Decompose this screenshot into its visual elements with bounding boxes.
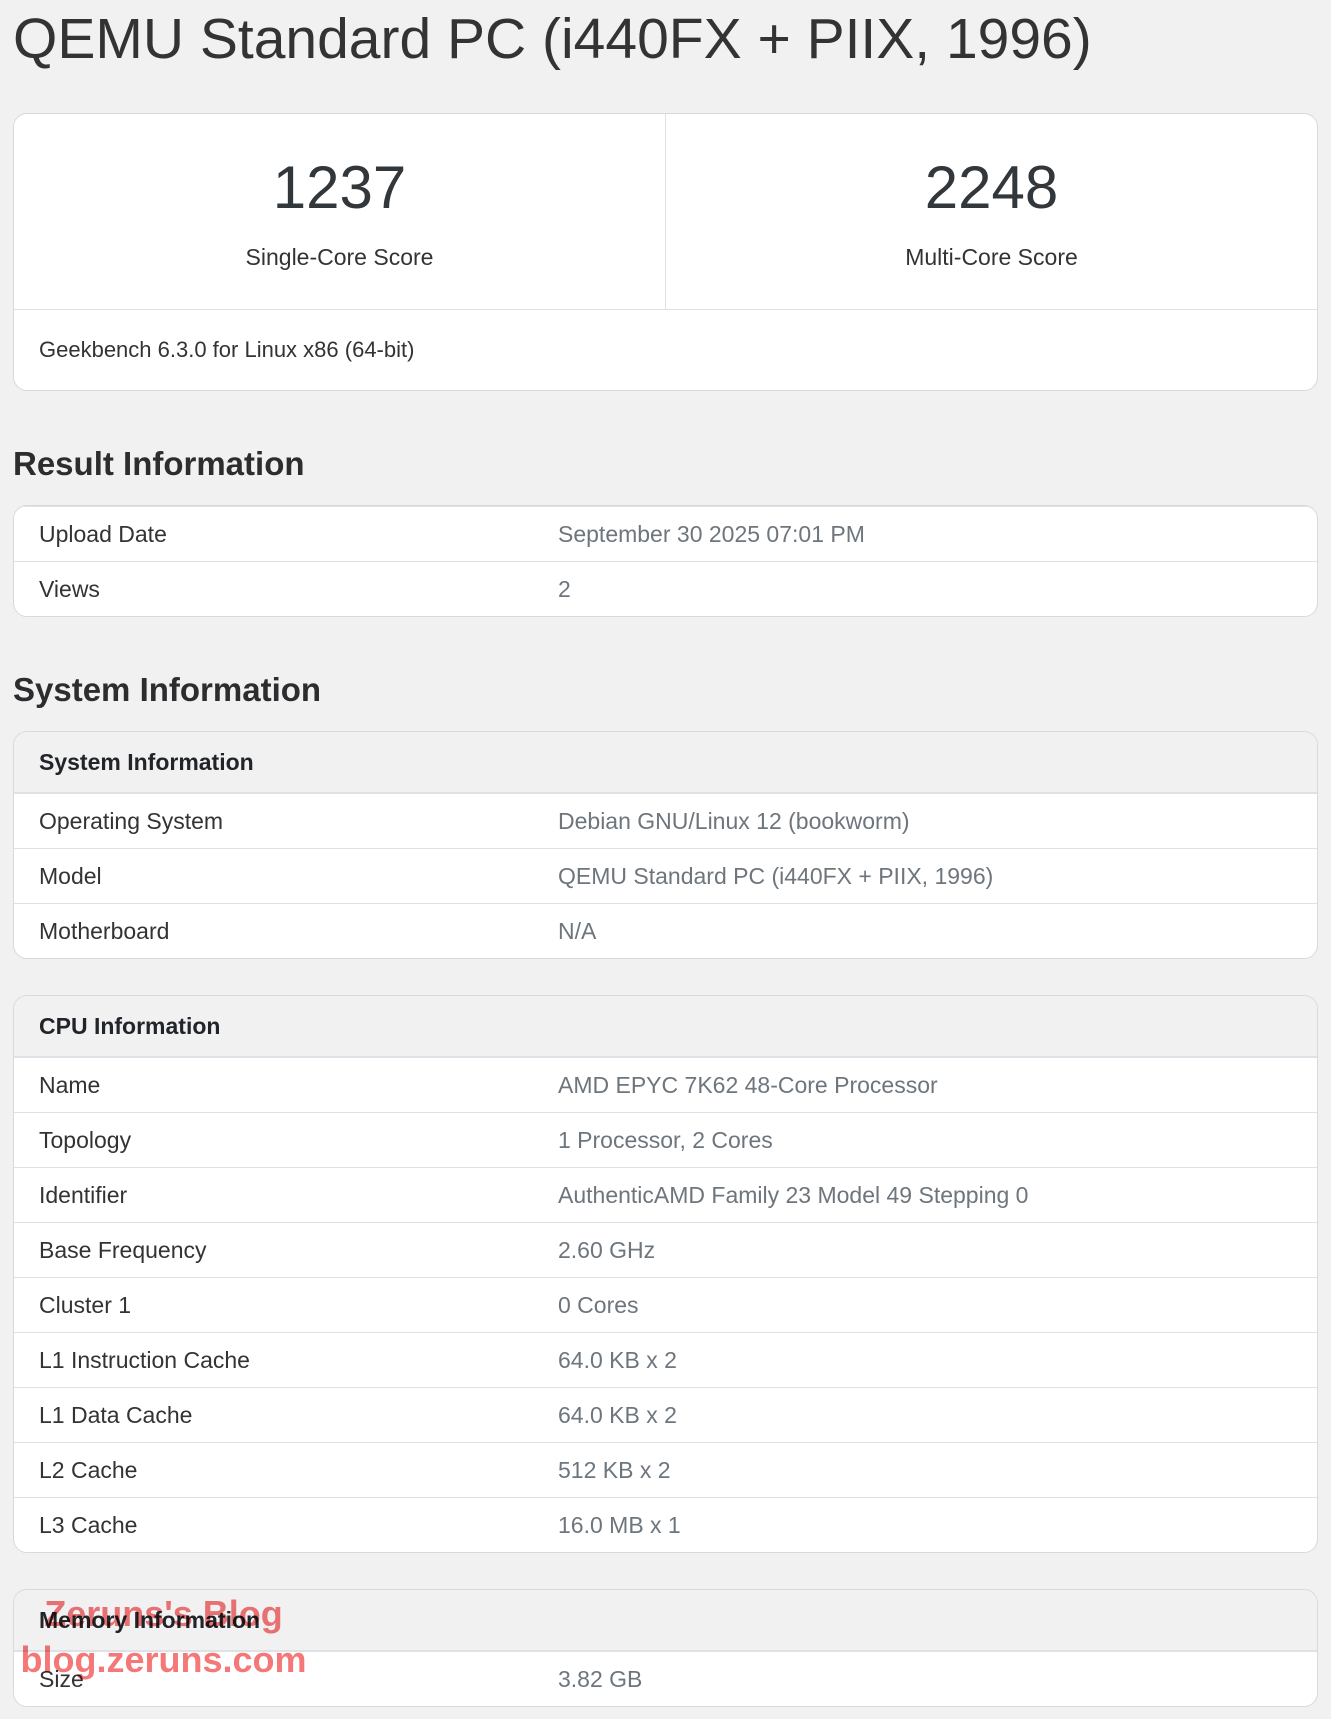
single-core-score-value: 1237 [14, 156, 665, 220]
row-value: 2 [545, 562, 1317, 616]
row-value: N/A [545, 904, 1317, 958]
system-information-rows: Operating System Debian GNU/Linux 12 (bo… [14, 793, 1317, 958]
table-row: L1 Instruction Cache 64.0 KB x 2 [14, 1332, 1317, 1387]
multi-core-score-panel: 2248 Multi-Core Score [665, 114, 1317, 309]
row-label: L3 Cache [14, 1498, 545, 1552]
result-information-card: Upload Date September 30 2025 07:01 PM V… [13, 505, 1318, 617]
table-row: Cluster 1 0 Cores [14, 1277, 1317, 1332]
row-label: Topology [14, 1113, 545, 1167]
table-row: Views 2 [14, 561, 1317, 616]
table-row: Operating System Debian GNU/Linux 12 (bo… [14, 793, 1317, 848]
memory-information-rows: Size 3.82 GB [14, 1651, 1317, 1706]
row-label: Views [14, 562, 545, 616]
system-information-card-header: System Information [14, 732, 1317, 793]
row-value: 1 Processor, 2 Cores [545, 1113, 1317, 1167]
cpu-information-card-header: CPU Information [14, 996, 1317, 1057]
row-label: Name [14, 1058, 545, 1112]
single-core-score-label: Single-Core Score [14, 244, 665, 270]
row-label: Upload Date [14, 507, 545, 561]
row-label: L1 Instruction Cache [14, 1333, 545, 1387]
section-heading-result-information: Result Information [13, 445, 1318, 483]
single-core-score-panel: 1237 Single-Core Score [14, 114, 665, 309]
table-row: L3 Cache 16.0 MB x 1 [14, 1497, 1317, 1552]
row-value: QEMU Standard PC (i440FX + PIIX, 1996) [545, 849, 1317, 903]
table-row: L2 Cache 512 KB x 2 [14, 1442, 1317, 1497]
row-label: Identifier [14, 1168, 545, 1222]
row-value: 512 KB x 2 [545, 1443, 1317, 1497]
row-value: Debian GNU/Linux 12 (bookworm) [545, 794, 1317, 848]
row-value: September 30 2025 07:01 PM [545, 507, 1317, 561]
table-row: Size 3.82 GB [14, 1651, 1317, 1706]
table-row: Base Frequency 2.60 GHz [14, 1222, 1317, 1277]
section-heading-system-information: System Information [13, 671, 1318, 709]
row-value: 64.0 KB x 2 [545, 1333, 1317, 1387]
table-row: Motherboard N/A [14, 903, 1317, 958]
row-label: Operating System [14, 794, 545, 848]
table-row: Topology 1 Processor, 2 Cores [14, 1112, 1317, 1167]
row-value: 16.0 MB x 1 [545, 1498, 1317, 1552]
row-label: Motherboard [14, 904, 545, 958]
memory-information-card-header: Memory Information [14, 1590, 1317, 1651]
row-value: AMD EPYC 7K62 48-Core Processor [545, 1058, 1317, 1112]
score-row: 1237 Single-Core Score 2248 Multi-Core S… [14, 114, 1317, 309]
system-information-card: System Information Operating System Debi… [13, 731, 1318, 959]
row-value: 2.60 GHz [545, 1223, 1317, 1277]
row-label: Cluster 1 [14, 1278, 545, 1332]
row-label: Model [14, 849, 545, 903]
table-row: Identifier AuthenticAMD Family 23 Model … [14, 1167, 1317, 1222]
benchmark-version: Geekbench 6.3.0 for Linux x86 (64-bit) [14, 309, 1317, 390]
table-row: Name AMD EPYC 7K62 48-Core Processor [14, 1057, 1317, 1112]
row-value: 0 Cores [545, 1278, 1317, 1332]
table-row: Upload Date September 30 2025 07:01 PM [14, 506, 1317, 561]
row-label: L1 Data Cache [14, 1388, 545, 1442]
table-row: L1 Data Cache 64.0 KB x 2 [14, 1387, 1317, 1442]
row-value: AuthenticAMD Family 23 Model 49 Stepping… [545, 1168, 1317, 1222]
table-row: Model QEMU Standard PC (i440FX + PIIX, 1… [14, 848, 1317, 903]
cpu-information-card: CPU Information Name AMD EPYC 7K62 48-Co… [13, 995, 1318, 1553]
cpu-information-rows: Name AMD EPYC 7K62 48-Core Processor Top… [14, 1057, 1317, 1552]
row-label: Size [14, 1652, 545, 1706]
row-value: 3.82 GB [545, 1652, 1317, 1706]
multi-core-score-value: 2248 [666, 156, 1317, 220]
row-label: L2 Cache [14, 1443, 545, 1497]
score-summary-card: 1237 Single-Core Score 2248 Multi-Core S… [13, 113, 1318, 391]
multi-core-score-label: Multi-Core Score [666, 244, 1317, 270]
row-value: 64.0 KB x 2 [545, 1388, 1317, 1442]
row-label: Base Frequency [14, 1223, 545, 1277]
memory-information-card: Memory Information Size 3.82 GB [13, 1589, 1318, 1707]
page-container: QEMU Standard PC (i440FX + PIIX, 1996) 1… [0, 0, 1331, 1707]
page-title: QEMU Standard PC (i440FX + PIIX, 1996) [13, 0, 1318, 70]
